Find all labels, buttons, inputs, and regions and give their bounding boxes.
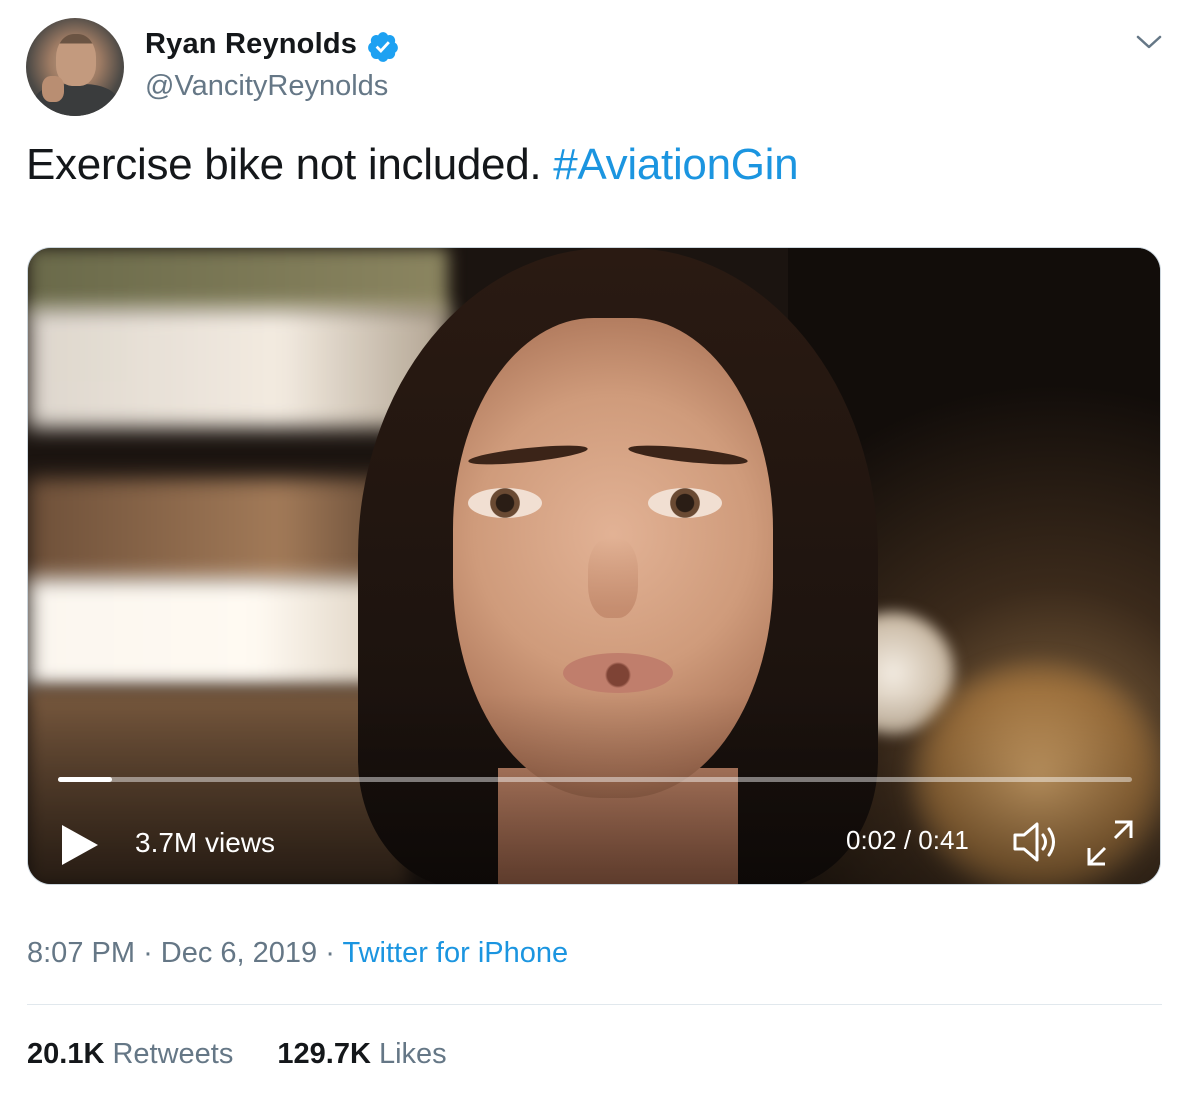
likes-label: Likes — [378, 1038, 447, 1070]
tweet-text-body: Exercise bike not included. — [26, 140, 542, 189]
hashtag-link[interactable]: #AviationGin — [553, 140, 798, 189]
divider — [27, 1004, 1162, 1005]
volume-icon[interactable] — [1011, 818, 1063, 866]
meta-separator: · — [143, 937, 153, 969]
video-time: 0:02 / 0:41 — [846, 825, 969, 855]
tweet-time[interactable]: 8:07 PM — [27, 937, 135, 969]
video-frame — [28, 248, 1160, 884]
video-progress-fill — [58, 777, 112, 782]
retweets-label: Retweets — [112, 1038, 234, 1070]
view-count: 3.7M views — [135, 827, 276, 858]
video-player[interactable]: 3.7M views 0:02 / 0:41 — [27, 247, 1161, 885]
tweet-source-link[interactable]: Twitter for iPhone — [342, 937, 568, 969]
author-handle[interactable]: @VancityReynolds — [145, 70, 388, 103]
play-icon[interactable] — [60, 823, 100, 867]
avatar[interactable] — [26, 18, 124, 116]
tweet-date[interactable]: Dec 6, 2019 — [161, 937, 317, 969]
likes-count: 129.7K — [277, 1038, 371, 1070]
verified-badge-icon — [368, 32, 398, 62]
tweet-stats: 20.1K Retweets 129.7K Likes — [27, 1038, 447, 1071]
retweets-count: 20.1K — [27, 1038, 105, 1070]
retweets-stat[interactable]: 20.1K Retweets — [27, 1038, 241, 1070]
author-name[interactable]: Ryan Reynolds — [145, 28, 357, 61]
chevron-down-icon[interactable] — [1134, 30, 1164, 54]
video-progress-track[interactable] — [58, 777, 1132, 782]
tweet-meta: 8:07 PM · Dec 6, 2019 · Twitter for iPho… — [27, 937, 568, 970]
tweet-text: Exercise bike not included. #AviationGin — [26, 140, 799, 190]
meta-separator: · — [325, 937, 335, 969]
fullscreen-icon[interactable] — [1085, 818, 1135, 868]
tweet-card: Ryan Reynolds @VancityReynolds Exercise … — [0, 0, 1188, 1100]
likes-stat[interactable]: 129.7K Likes — [277, 1038, 446, 1070]
